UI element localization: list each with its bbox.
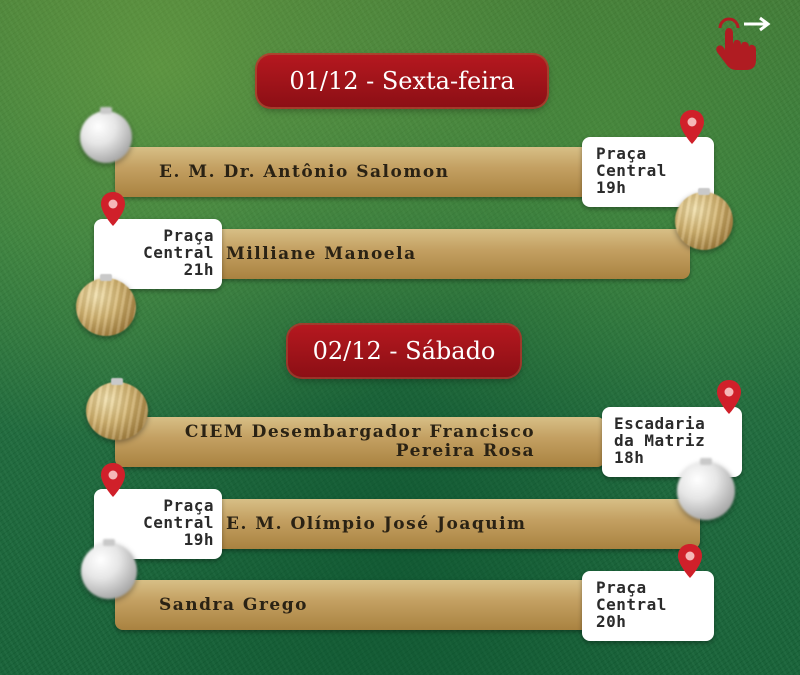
christmas-ornament-icon <box>86 378 148 440</box>
event-name-4: E. M. Olímpio José Joaquim <box>226 514 527 534</box>
location-card-5: Praça Central 20h <box>582 571 714 641</box>
location-line: Central <box>596 161 667 180</box>
location-line: Central <box>143 513 214 532</box>
location-time: 20h <box>596 612 627 631</box>
event-name-2: Milliane Manoela <box>226 244 417 264</box>
event-name-3-line-1: CIEM Desembargador Francisco <box>184 422 536 442</box>
location-time: 21h <box>183 260 214 279</box>
map-pin-icon <box>678 544 702 578</box>
map-pin-icon <box>717 380 741 414</box>
location-line: Praça <box>596 578 647 597</box>
event-bar-2: Milliane Manoela <box>190 229 690 279</box>
location-line: Praça <box>596 144 647 163</box>
christmas-ornament-icon <box>675 188 733 250</box>
christmas-ornament-icon <box>76 274 136 336</box>
event-bar-1: E. M. Dr. Antônio Salomon <box>115 147 620 197</box>
location-line: Central <box>596 595 667 614</box>
day-header-1: 01/12 - Sexta-feira <box>257 55 547 107</box>
map-pin-icon <box>101 192 125 226</box>
event-bar-4: E. M. Olímpio José Joaquim <box>190 499 700 549</box>
event-name-1: E. M. Dr. Antônio Salomon <box>159 162 450 182</box>
christmas-ornament-icon <box>81 539 137 599</box>
map-pin-icon <box>101 463 125 497</box>
location-line: Praça <box>163 496 214 515</box>
location-line: Praça <box>163 226 214 245</box>
event-name-5: Sandra Grego <box>159 595 308 615</box>
christmas-ornament-icon <box>80 107 132 163</box>
event-bar-5: Sandra Grego <box>115 580 605 630</box>
map-pin-icon <box>680 110 704 144</box>
day-header-2: 02/12 - Sábado <box>288 325 520 377</box>
location-line: Escadaria <box>614 414 706 433</box>
location-line: da Matriz <box>614 431 706 450</box>
swipe-hand-icon[interactable] <box>712 14 774 72</box>
event-name-3: CIEM Desembargador Francisco Pereira Ros… <box>185 423 535 461</box>
event-name-3-line-2: Pereira Rosa <box>395 441 536 461</box>
christmas-ornament-icon <box>677 458 735 520</box>
event-bar-3: CIEM Desembargador Francisco Pereira Ros… <box>115 417 605 467</box>
location-line: Central <box>143 243 214 262</box>
location-time: 18h <box>614 448 645 467</box>
